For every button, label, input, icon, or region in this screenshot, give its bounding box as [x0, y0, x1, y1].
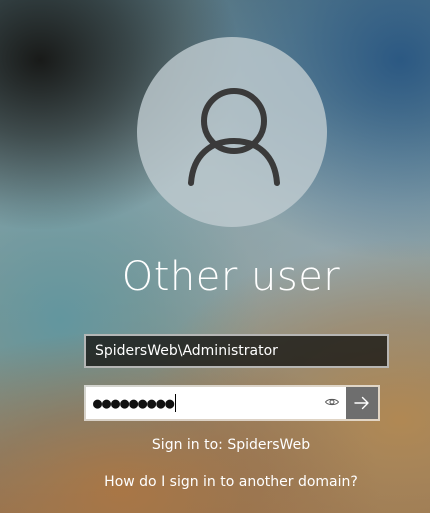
submit-button[interactable] — [346, 387, 378, 419]
password-field[interactable]: ●●●●●●●●● — [86, 387, 346, 419]
eye-icon[interactable] — [324, 394, 340, 410]
user-display-name: Other user — [121, 254, 341, 300]
other-domain-link[interactable]: How do I sign in to another domain? — [0, 474, 430, 490]
text-caret — [175, 394, 177, 412]
person-icon — [188, 88, 280, 186]
password-masked-text: ●●●●●●●●● — [93, 394, 175, 412]
username-input[interactable] — [95, 336, 375, 366]
arrow-right-icon — [354, 396, 369, 410]
username-field[interactable] — [84, 334, 389, 368]
sign-in-target-label: Sign in to: SpidersWeb — [151, 437, 311, 453]
user-avatar — [137, 37, 327, 227]
password-row: ●●●●●●●●● — [84, 385, 380, 421]
